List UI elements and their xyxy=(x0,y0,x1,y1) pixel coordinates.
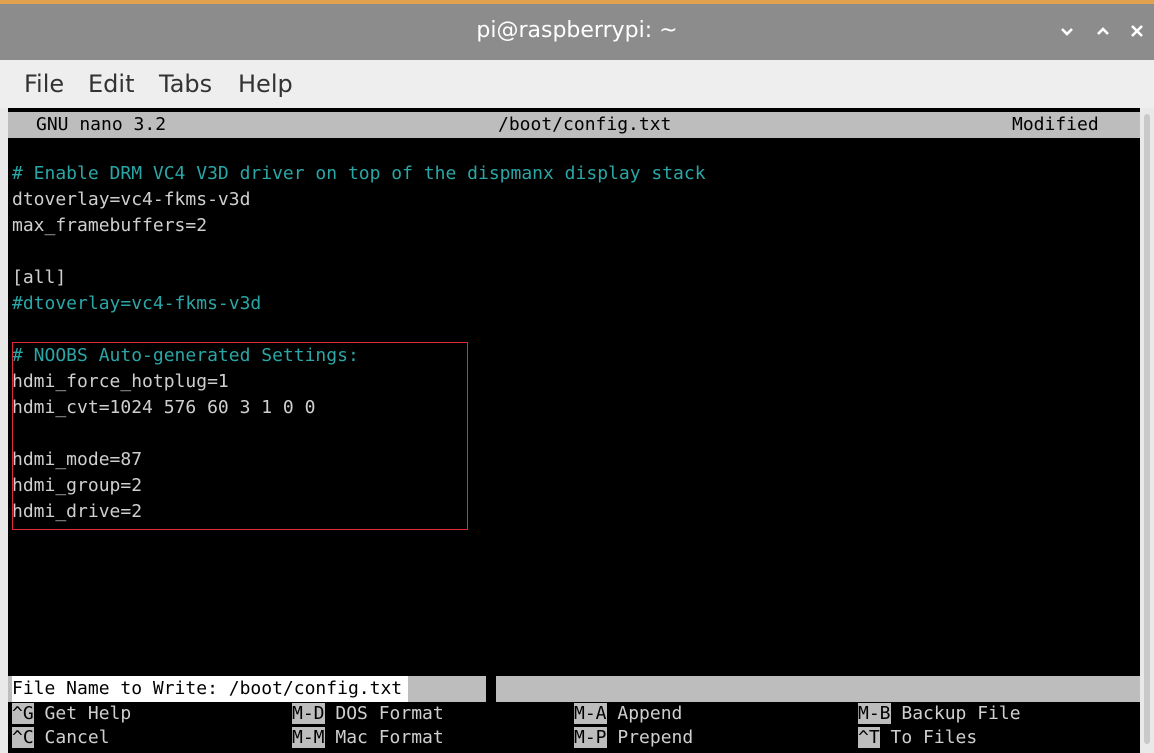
close-icon[interactable] xyxy=(1126,20,1148,42)
editor-line: dtoverlay=vc4-fkms-v3d xyxy=(12,189,251,210)
prompt-bar[interactable]: File Name to Write: /boot/config.txt xyxy=(8,676,1140,702)
shortcut-key: M-P xyxy=(574,727,607,748)
shortcut-key: M-B xyxy=(858,703,891,724)
vertical-scrollbar[interactable] xyxy=(1140,108,1154,753)
editor-line: [all] xyxy=(12,267,67,288)
shortcut-prepend[interactable]: M-P Prepend xyxy=(574,726,693,750)
shortcut-desc: Mac Format xyxy=(335,727,444,748)
shortcut-append[interactable]: M-A Append xyxy=(574,702,682,726)
shortcut-key: M-A xyxy=(574,703,607,724)
shortcut-key: ^G xyxy=(12,703,34,724)
highlight-box xyxy=(12,342,468,530)
window-title: pi@raspberrypi: ~ xyxy=(476,18,678,43)
shortcut-key: M-D xyxy=(292,703,325,724)
shortcut-desc: Get Help xyxy=(44,703,132,724)
shortcut-get-help[interactable]: ^G Get Help xyxy=(12,702,131,726)
shortcut-desc: To Files xyxy=(890,727,978,748)
menu-bar: File Edit Tabs Help xyxy=(0,60,1154,108)
shortcut-dos-format[interactable]: M-D DOS Format xyxy=(292,702,444,726)
scrollbar-thumb[interactable] xyxy=(1144,114,1150,744)
shortcut-desc: Cancel xyxy=(44,727,110,748)
minimize-icon[interactable] xyxy=(1056,20,1078,42)
shortcut-key: ^T xyxy=(858,727,880,748)
shortcut-key: ^C xyxy=(12,727,34,748)
nano-version: GNU nano 3.2 xyxy=(36,114,167,135)
nano-header-bar: GNU nano 3.2 /boot/config.txt Modified xyxy=(8,112,1140,138)
nano-filename: /boot/config.txt xyxy=(498,114,672,135)
shortcut-key: M-M xyxy=(292,727,325,748)
editor-line: #dtoverlay=vc4-fkms-v3d xyxy=(12,293,262,314)
terminal-window: pi@raspberrypi: ~ File Edit Tabs Help GN… xyxy=(0,0,1154,753)
menu-tabs[interactable]: Tabs xyxy=(159,70,212,98)
menu-help[interactable]: Help xyxy=(238,70,293,98)
shortcut-cancel[interactable]: ^C Cancel xyxy=(12,726,110,750)
shortcut-mac-format[interactable]: M-M Mac Format xyxy=(292,726,444,750)
menu-file[interactable]: File xyxy=(24,70,64,98)
shortcut-desc: DOS Format xyxy=(335,703,444,724)
shortcut-to-files[interactable]: ^T To Files xyxy=(858,726,977,750)
editor-line: # Enable DRM VC4 V3D driver on top of th… xyxy=(12,163,706,184)
shortcut-desc: Backup File xyxy=(901,703,1021,724)
shortcut-backup-file[interactable]: M-B Backup File xyxy=(858,702,1021,726)
prompt-cursor[interactable] xyxy=(486,676,496,702)
prompt-label: File Name to Write: /boot/config.txt xyxy=(12,676,409,702)
nano-status: Modified xyxy=(1012,114,1099,135)
shortcut-desc: Append xyxy=(617,703,683,724)
terminal-area[interactable]: GNU nano 3.2 /boot/config.txt Modified #… xyxy=(8,108,1140,753)
editor-line: max_framebuffers=2 xyxy=(12,215,208,236)
shortcut-desc: Prepend xyxy=(617,727,694,748)
maximize-icon[interactable] xyxy=(1092,20,1114,42)
title-bar[interactable]: pi@raspberrypi: ~ xyxy=(0,0,1154,60)
menu-edit[interactable]: Edit xyxy=(88,70,134,98)
